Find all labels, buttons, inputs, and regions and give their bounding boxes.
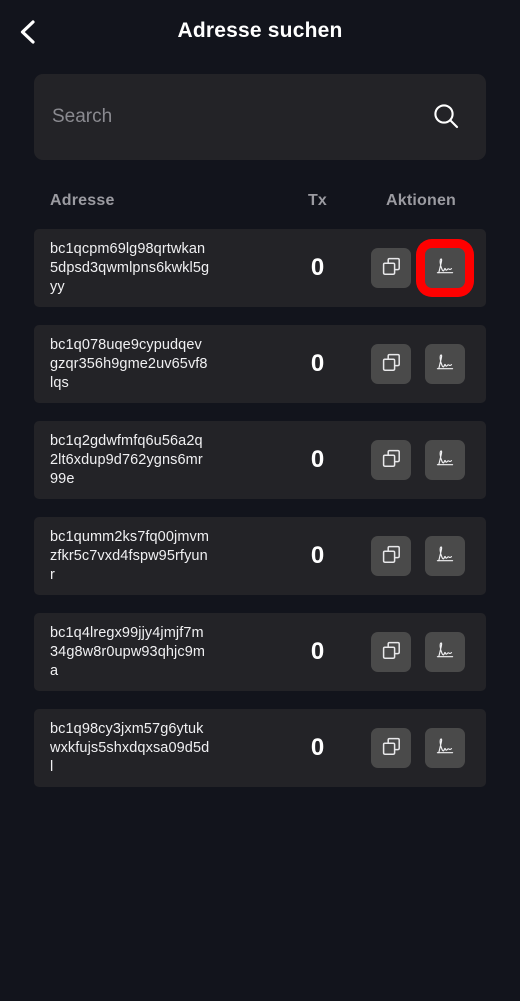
- signature-icon: [434, 257, 456, 280]
- tx-count: 0: [310, 446, 325, 473]
- column-header-actions: Aktionen: [385, 192, 457, 209]
- table-body: bc1qcpm69lg98qrtwkan5dpsd3qwmlpns6kwkl5g…: [34, 229, 486, 787]
- actions-cell: [370, 344, 472, 384]
- page-title: Adresse suchen: [177, 19, 343, 42]
- copy-address-button[interactable]: [371, 632, 411, 672]
- signature-icon: [434, 353, 456, 376]
- address-table: Adresse Tx Aktionen bc1qcpm69lg98qrtwkan…: [34, 188, 486, 787]
- column-header-address: Adresse: [50, 192, 115, 209]
- signature-button[interactable]: [425, 248, 465, 288]
- signature-button[interactable]: [425, 440, 465, 480]
- actions-cell: [370, 536, 472, 576]
- signature-icon: [434, 545, 456, 568]
- tx-count: 0: [310, 542, 325, 569]
- table-header-row: Adresse Tx Aktionen: [34, 188, 486, 214]
- copy-address-button[interactable]: [371, 728, 411, 768]
- actions-cell: [370, 440, 472, 480]
- address-cell: bc1q4lregx99jjy4jmjf7m34g8w8r0upw93qhjc9…: [50, 624, 265, 681]
- signature-button[interactable]: [425, 632, 465, 672]
- copy-address-button[interactable]: [371, 440, 411, 480]
- address-cell: bc1q078uqe9cypudqevgzqr356h9gme2uv65vf8l…: [50, 336, 265, 393]
- copy-address-button[interactable]: [371, 344, 411, 384]
- tx-cell: 0: [265, 446, 370, 474]
- table-row[interactable]: bc1q4lregx99jjy4jmjf7m34g8w8r0upw93qhjc9…: [34, 613, 486, 691]
- copy-icon: [382, 641, 401, 663]
- address-text: bc1q2gdwfmfq6u56a2q2lt6xdup9d762ygns6mr9…: [50, 432, 203, 487]
- copy-icon: [382, 545, 401, 567]
- signature-button[interactable]: [425, 536, 465, 576]
- table-row[interactable]: bc1qumm2ks7fq00jmvmzfkr5c7vxd4fspw95rfyu…: [34, 517, 486, 595]
- address-cell: bc1qcpm69lg98qrtwkan5dpsd3qwmlpns6kwkl5g…: [50, 240, 265, 297]
- chevron-left-icon: [17, 19, 39, 45]
- address-cell: bc1qumm2ks7fq00jmvmzfkr5c7vxd4fspw95rfyu…: [50, 528, 265, 585]
- table-row[interactable]: bc1q98cy3jxm57g6ytukwxkfujs5shxdqxsa09d5…: [34, 709, 486, 787]
- actions-cell: [370, 728, 472, 768]
- search-button[interactable]: [426, 97, 466, 137]
- search-input[interactable]: [52, 106, 426, 128]
- table-row[interactable]: bc1qcpm69lg98qrtwkan5dpsd3qwmlpns6kwkl5g…: [34, 229, 486, 307]
- signature-icon: [434, 737, 456, 760]
- copy-icon: [382, 737, 401, 759]
- tx-cell: 0: [265, 734, 370, 762]
- actions-cell: [370, 632, 472, 672]
- signature-button[interactable]: [425, 728, 465, 768]
- tx-count: 0: [310, 638, 325, 665]
- back-button[interactable]: [8, 12, 48, 52]
- address-cell: bc1q2gdwfmfq6u56a2q2lt6xdup9d762ygns6mr9…: [50, 432, 265, 489]
- tx-cell: 0: [265, 350, 370, 378]
- address-cell: bc1q98cy3jxm57g6ytukwxkfujs5shxdqxsa09d5…: [50, 720, 265, 777]
- copy-icon: [382, 449, 401, 471]
- address-text: bc1q078uqe9cypudqevgzqr356h9gme2uv65vf8l…: [50, 336, 208, 391]
- table-row[interactable]: bc1q078uqe9cypudqevgzqr356h9gme2uv65vf8l…: [34, 325, 486, 403]
- search-box[interactable]: [34, 74, 486, 160]
- copy-icon: [382, 353, 401, 375]
- address-text: bc1q98cy3jxm57g6ytukwxkfujs5shxdqxsa09d5…: [50, 720, 210, 775]
- address-text: bc1qumm2ks7fq00jmvmzfkr5c7vxd4fspw95rfyu…: [50, 528, 210, 583]
- copy-icon: [382, 257, 401, 279]
- copy-address-button[interactable]: [371, 248, 411, 288]
- search-icon: [431, 101, 461, 134]
- address-text: bc1qcpm69lg98qrtwkan5dpsd3qwmlpns6kwkl5g…: [50, 240, 210, 295]
- signature-icon: [434, 641, 456, 664]
- signature-icon: [434, 449, 456, 472]
- address-search-screen: Adresse suchen Adresse Tx Aktionen: [0, 0, 520, 1001]
- actions-cell: [370, 248, 472, 288]
- table-row[interactable]: bc1q2gdwfmfq6u56a2q2lt6xdup9d762ygns6mr9…: [34, 421, 486, 499]
- copy-address-button[interactable]: [371, 536, 411, 576]
- tx-count: 0: [310, 350, 325, 377]
- tx-cell: 0: [265, 638, 370, 666]
- tx-count: 0: [310, 734, 325, 761]
- search-section: [34, 74, 486, 160]
- tx-cell: 0: [265, 542, 370, 570]
- column-header-tx: Tx: [307, 192, 328, 209]
- tx-cell: 0: [265, 254, 370, 282]
- tx-count: 0: [310, 254, 325, 281]
- signature-button[interactable]: [425, 344, 465, 384]
- app-header: Adresse suchen: [0, 0, 520, 62]
- address-text: bc1q4lregx99jjy4jmjf7m34g8w8r0upw93qhjc9…: [50, 624, 206, 679]
